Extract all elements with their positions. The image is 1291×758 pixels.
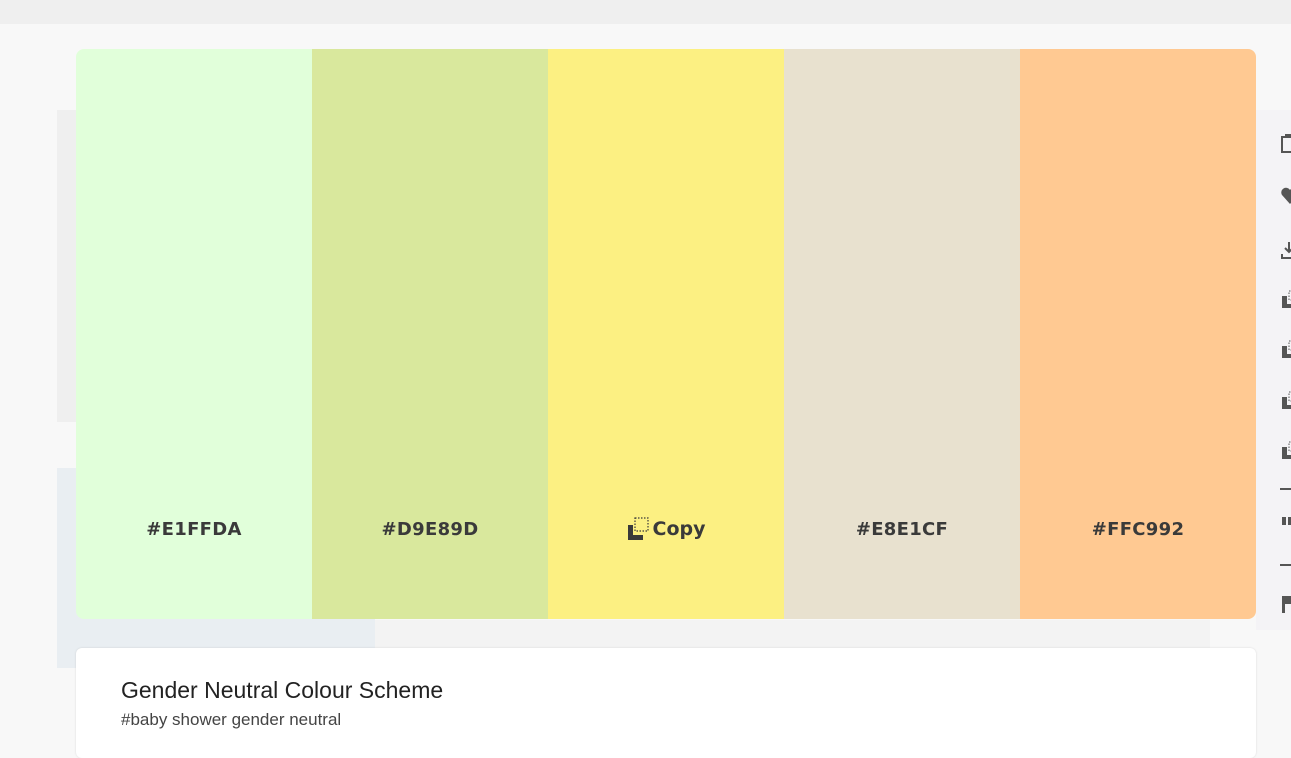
swatch-hex-label: #E1FFDA	[146, 519, 242, 540]
flag-icon[interactable]	[1280, 594, 1291, 614]
swatch-3[interactable]: Copy	[548, 49, 784, 619]
scheme-info-card: Gender Neutral Colour Scheme #baby showe…	[76, 648, 1256, 758]
swatch-hex-label: #D9E89D	[381, 519, 479, 540]
quote-icon[interactable]	[1280, 515, 1291, 535]
swatch-hex-label: #FFC992	[1091, 519, 1185, 540]
download-icon[interactable]	[1280, 240, 1291, 260]
color-code-icon[interactable]	[1280, 441, 1291, 461]
color-code-icon[interactable]	[1280, 340, 1291, 360]
divider	[1280, 564, 1291, 566]
swatch-1[interactable]: #E1FFDA	[76, 49, 312, 619]
copy-button[interactable]: Copy	[548, 517, 784, 541]
color-code-icon[interactable]	[1280, 290, 1291, 310]
color-code-icon[interactable]	[1280, 391, 1291, 411]
copy-icon[interactable]	[1280, 134, 1291, 154]
swatch-hex-label: #E8E1CF	[855, 519, 949, 540]
copy-icon	[627, 517, 649, 540]
copy-label: Copy	[652, 518, 706, 540]
scheme-tags[interactable]: #baby shower gender neutral	[121, 710, 341, 730]
heart-icon[interactable]	[1280, 186, 1291, 206]
top-bar	[0, 0, 1291, 24]
divider	[1280, 488, 1291, 490]
scheme-title: Gender Neutral Colour Scheme	[121, 677, 444, 703]
color-palette: #E1FFDA #D9E89D Copy #E8E1CF #FFC992	[76, 49, 1256, 619]
swatch-4[interactable]: #E8E1CF	[784, 49, 1020, 619]
swatch-2[interactable]: #D9E89D	[312, 49, 548, 619]
swatch-5[interactable]: #FFC992	[1020, 49, 1256, 619]
